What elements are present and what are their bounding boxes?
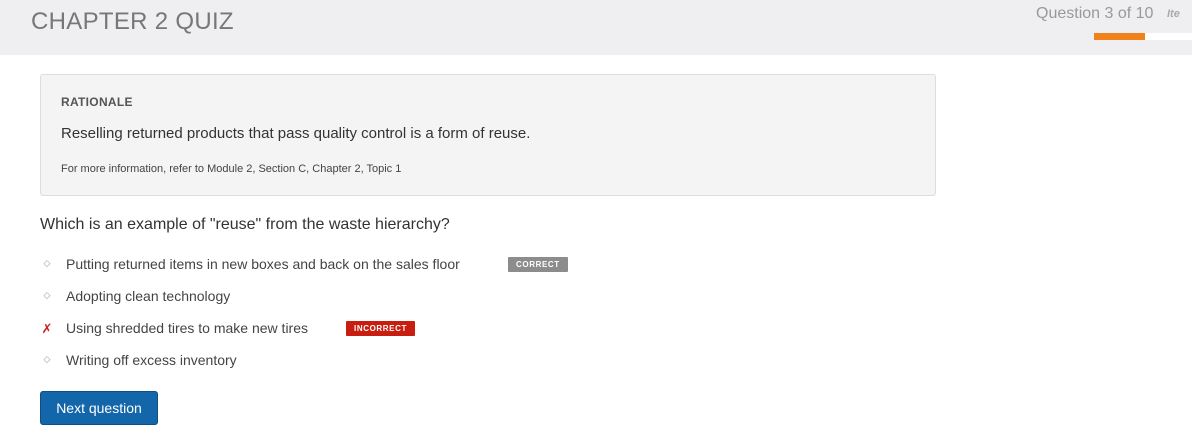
rationale-text: Reselling returned products that pass qu… (61, 125, 531, 142)
answer-option: ◇ Putting returned items in new boxes an… (40, 256, 740, 278)
question-text: Which is an example of "reuse" from the … (40, 216, 450, 233)
answer-text: Writing off excess inventory (66, 352, 237, 368)
diamond-icon: ◇ (43, 290, 51, 300)
rationale-reference: For more information, refer to Module 2,… (61, 163, 402, 175)
answer-option: ✗ Using shredded tires to make new tires… (40, 320, 740, 342)
incorrect-badge: INCORRECT (346, 321, 415, 336)
answer-text: Using shredded tires to make new tires (66, 320, 308, 336)
quiz-title: CHAPTER 2 QUIZ (31, 8, 234, 35)
answer-text: Adopting clean technology (66, 288, 231, 304)
diamond-icon: ◇ (43, 258, 51, 268)
diamond-icon: ◇ (43, 354, 51, 364)
answer-option: ◇ Adopting clean technology (40, 288, 740, 310)
items-link[interactable]: Ite (1167, 8, 1180, 20)
answer-text: Putting returned items in new boxes and … (66, 256, 460, 272)
question-progress-label: Question 3 of 10 (1036, 5, 1154, 22)
x-mark-icon: ✗ (41, 321, 53, 336)
next-question-button[interactable]: Next question (40, 391, 158, 425)
progress-bar (1094, 33, 1192, 40)
correct-badge: CORRECT (508, 257, 568, 272)
quiz-header: CHAPTER 2 QUIZ Question 3 of 10 Ite (0, 0, 1192, 55)
rationale-heading: RATIONALE (61, 95, 133, 109)
rationale-panel: RATIONALE Reselling returned products th… (40, 74, 936, 196)
answer-option: ◇ Writing off excess inventory (40, 352, 740, 374)
progress-bar-fill (1094, 33, 1145, 40)
